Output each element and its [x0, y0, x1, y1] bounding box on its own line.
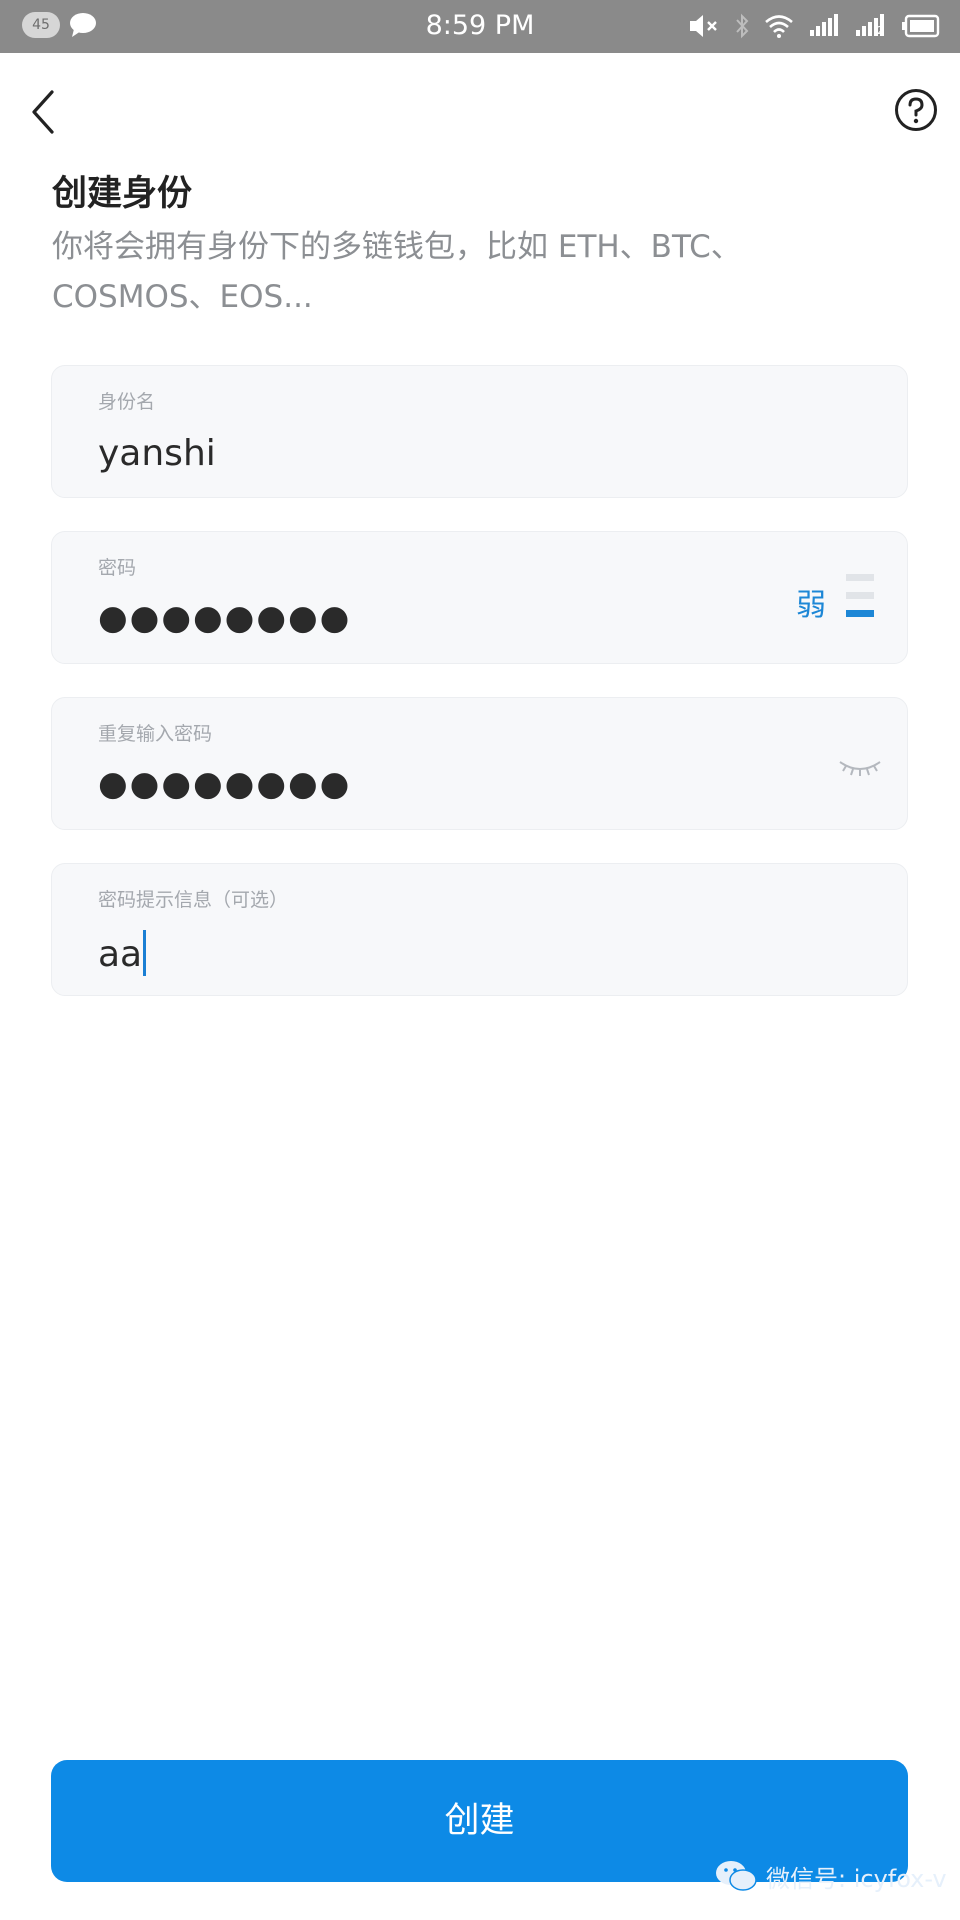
- strength-segment: [846, 610, 874, 617]
- signal-2-icon: 2: [856, 14, 884, 37]
- page-subtitle: 你将会拥有身份下的多链钱包，比如 ETH、BTC、COSMOS、EOS...: [52, 229, 742, 315]
- strength-segment: [846, 592, 874, 599]
- create-identity-screen: 45 8:59 PM 2 创建身份 你将会拥有身份下的多链钱包，比如 ETH、B…: [0, 0, 960, 1920]
- password-hint-input-wrap[interactable]: aa: [98, 930, 147, 977]
- status-icons: 2: [688, 12, 940, 40]
- help-button[interactable]: [894, 88, 938, 132]
- identity-name-label: 身份名: [98, 391, 156, 413]
- back-button[interactable]: [24, 86, 64, 138]
- password-field[interactable]: 密码 ●●●●●●●● 弱: [51, 531, 908, 664]
- help-circle-icon: [895, 89, 937, 131]
- text-caret: [143, 930, 147, 976]
- password-strength-meter: [846, 574, 874, 634]
- strength-segment: [846, 574, 874, 581]
- status-bar: 45 8:59 PM 2: [0, 0, 960, 53]
- mute-icon: [690, 15, 717, 37]
- password-input[interactable]: ●●●●●●●●: [98, 596, 351, 640]
- password-strength-label: 弱: [796, 588, 826, 623]
- watermark: 微信号: icyfox-v: [714, 1856, 947, 1896]
- bluetooth-icon: [736, 13, 749, 39]
- repeat-password-input[interactable]: ●●●●●●●●: [98, 762, 351, 806]
- identity-name-field[interactable]: 身份名 yanshi: [51, 365, 908, 498]
- wechat-icon: [716, 1861, 757, 1891]
- battery-icon: [902, 14, 940, 38]
- identity-name-input[interactable]: yanshi: [98, 432, 216, 476]
- page-title: 创建身份: [52, 174, 193, 214]
- signal-icon: [810, 14, 838, 36]
- eye-closed-icon[interactable]: [838, 756, 882, 778]
- repeat-password-field[interactable]: 重复输入密码 ●●●●●●●●: [51, 697, 908, 830]
- watermark-text: 微信号: icyfox-v: [766, 1864, 947, 1893]
- chevron-left-icon: [32, 90, 54, 134]
- sim2-label: 2: [877, 24, 884, 37]
- password-label: 密码: [98, 557, 137, 579]
- repeat-password-label: 重复输入密码: [98, 723, 213, 745]
- wifi-icon: [765, 15, 793, 38]
- password-hint-input[interactable]: aa: [98, 934, 142, 975]
- password-hint-field[interactable]: 密码提示信息（可选） aa: [51, 863, 908, 996]
- password-hint-label: 密码提示信息（可选）: [98, 889, 289, 911]
